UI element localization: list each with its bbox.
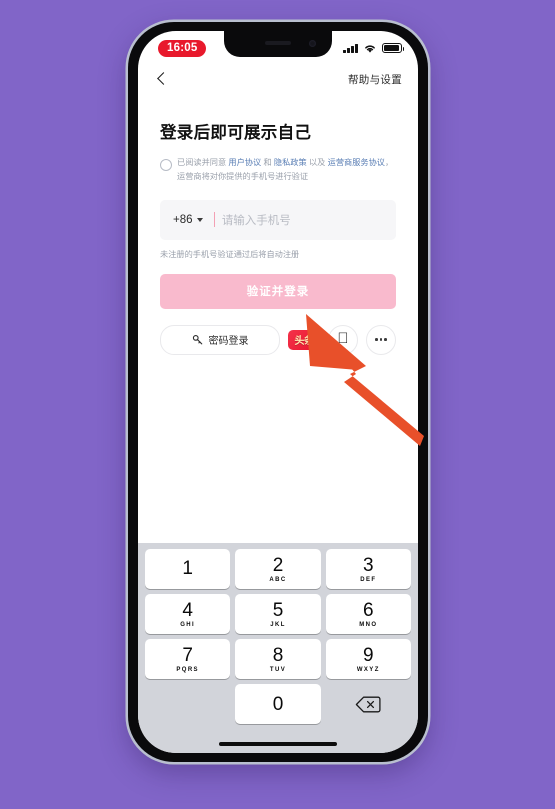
key-8[interactable]: 8 TUV bbox=[235, 639, 321, 679]
key-letters: DEF bbox=[360, 576, 377, 583]
toutiao-login-label: 头条 bbox=[294, 336, 315, 348]
key-number: 7 bbox=[182, 644, 193, 666]
key-5[interactable]: 5 JKL bbox=[235, 594, 321, 634]
page-title: 登录后即可展示自己 bbox=[160, 124, 312, 142]
country-code-value: +86 bbox=[173, 213, 193, 226]
more-login-options-button[interactable] bbox=[366, 324, 396, 355]
key-letters: WXYZ bbox=[356, 666, 380, 673]
key-number: 0 bbox=[272, 693, 284, 715]
privacy-policy-link[interactable]: 隐私政策 bbox=[274, 158, 307, 167]
key-4[interactable]: 4 GHI bbox=[145, 594, 231, 634]
phone-input-placeholder: 请输入手机号 bbox=[221, 214, 291, 227]
phone-input-hint: 未注册的手机号验证通过后将自动注册 bbox=[160, 249, 300, 259]
agreement-prefix: 已阅读并同意 bbox=[177, 158, 229, 167]
toutiao-login-button[interactable]: 头条 bbox=[288, 329, 320, 350]
key-backspace[interactable] bbox=[326, 684, 411, 724]
key-number: 1 bbox=[182, 557, 193, 579]
agreement-mid2: 以及 bbox=[306, 158, 328, 167]
cellular-bars-icon bbox=[343, 43, 358, 53]
text-cursor bbox=[213, 212, 215, 228]
chevron-down-icon bbox=[196, 217, 203, 222]
battery-icon bbox=[382, 43, 405, 53]
key-letters: MNO bbox=[359, 621, 378, 628]
key-7[interactable]: 7 PQRS bbox=[145, 639, 231, 679]
wifi-icon bbox=[365, 44, 375, 53]
more-dots-icon bbox=[374, 338, 388, 341]
key-number: 5 bbox=[272, 599, 284, 621]
phone-screen: 16:05 帮助与设置 登录后即可展示自己 已阅读并同意 用户协议 和 隐私政策… bbox=[138, 31, 418, 753]
key-2[interactable]: 2 ABC bbox=[235, 549, 321, 589]
home-indicator bbox=[219, 742, 337, 746]
key-0[interactable]: 0 bbox=[235, 684, 321, 724]
agreement-mid1: 和 bbox=[261, 158, 274, 167]
key-6[interactable]: 6 MNO bbox=[325, 594, 411, 634]
key-number: 8 bbox=[272, 644, 284, 666]
status-indicators bbox=[343, 43, 405, 54]
key-blank-left bbox=[145, 684, 230, 724]
apple-logo-icon:  bbox=[337, 331, 348, 346]
key-letters: GHI bbox=[180, 621, 196, 628]
key-letters: TUV bbox=[269, 666, 287, 673]
key-letters: ABC bbox=[269, 576, 287, 583]
phone-input-field[interactable]: +86 请输入手机号 bbox=[160, 199, 396, 240]
key-letters: JKL bbox=[270, 621, 286, 628]
key-icon bbox=[192, 334, 202, 345]
key-number: 9 bbox=[363, 644, 374, 666]
alt-login-row: 密码登录 头条  bbox=[160, 324, 396, 355]
keyboard-row: 7 PQRS 8 TUV 9 WXYZ bbox=[142, 639, 414, 679]
key-number: 4 bbox=[182, 599, 193, 621]
key-letters: PQRS bbox=[176, 666, 199, 673]
user-agreement-link[interactable]: 用户协议 bbox=[228, 158, 261, 167]
agreement-text: 已阅读并同意 用户协议 和 隐私政策 以及 运营商服务协议，运营商将对你提供的手… bbox=[177, 156, 396, 185]
carrier-service-agreement-link[interactable]: 运营商服务协议 bbox=[328, 158, 385, 167]
keyboard-row: 1 2 ABC 3 DEF bbox=[142, 549, 414, 589]
key-number: 6 bbox=[363, 599, 374, 621]
key-number: 2 bbox=[272, 554, 284, 576]
keyboard-row: 4 GHI 5 JKL 6 MNO bbox=[142, 594, 414, 634]
key-3[interactable]: 3 DEF bbox=[325, 549, 411, 589]
backspace-icon bbox=[356, 696, 381, 712]
agreement-checkbox[interactable] bbox=[160, 158, 172, 171]
password-login-label: 密码登录 bbox=[208, 336, 249, 348]
back-chevron-icon[interactable] bbox=[154, 71, 170, 87]
numeric-keyboard: 1 2 ABC 3 DEF 4 GHI 5 JKL 6 MNO 7 PQRS 8… bbox=[138, 543, 418, 753]
status-bar: 16:05 bbox=[138, 31, 418, 61]
login-content: 登录后即可展示自己 已阅读并同意 用户协议 和 隐私政策 以及 运营商服务协议，… bbox=[138, 97, 418, 355]
agreement-row: 已阅读并同意 用户协议 和 隐私政策 以及 运营商服务协议，运营商将对你提供的手… bbox=[160, 156, 396, 185]
password-login-button[interactable]: 密码登录 bbox=[160, 324, 280, 355]
keyboard-row: 0 bbox=[142, 684, 414, 724]
verify-and-login-button[interactable]: 验证并登录 bbox=[160, 273, 396, 309]
help-settings-link[interactable]: 帮助与设置 bbox=[348, 72, 402, 87]
key-1[interactable]: 1 bbox=[145, 549, 231, 589]
key-number: 3 bbox=[363, 554, 374, 576]
nav-bar: 帮助与设置 bbox=[138, 61, 418, 97]
apple-login-button[interactable]:  bbox=[328, 324, 358, 355]
verify-and-login-label: 验证并登录 bbox=[246, 286, 310, 299]
key-9[interactable]: 9 WXYZ bbox=[325, 639, 411, 679]
country-code-selector[interactable]: +86 bbox=[173, 214, 203, 226]
status-time: 16:05 bbox=[158, 39, 207, 57]
